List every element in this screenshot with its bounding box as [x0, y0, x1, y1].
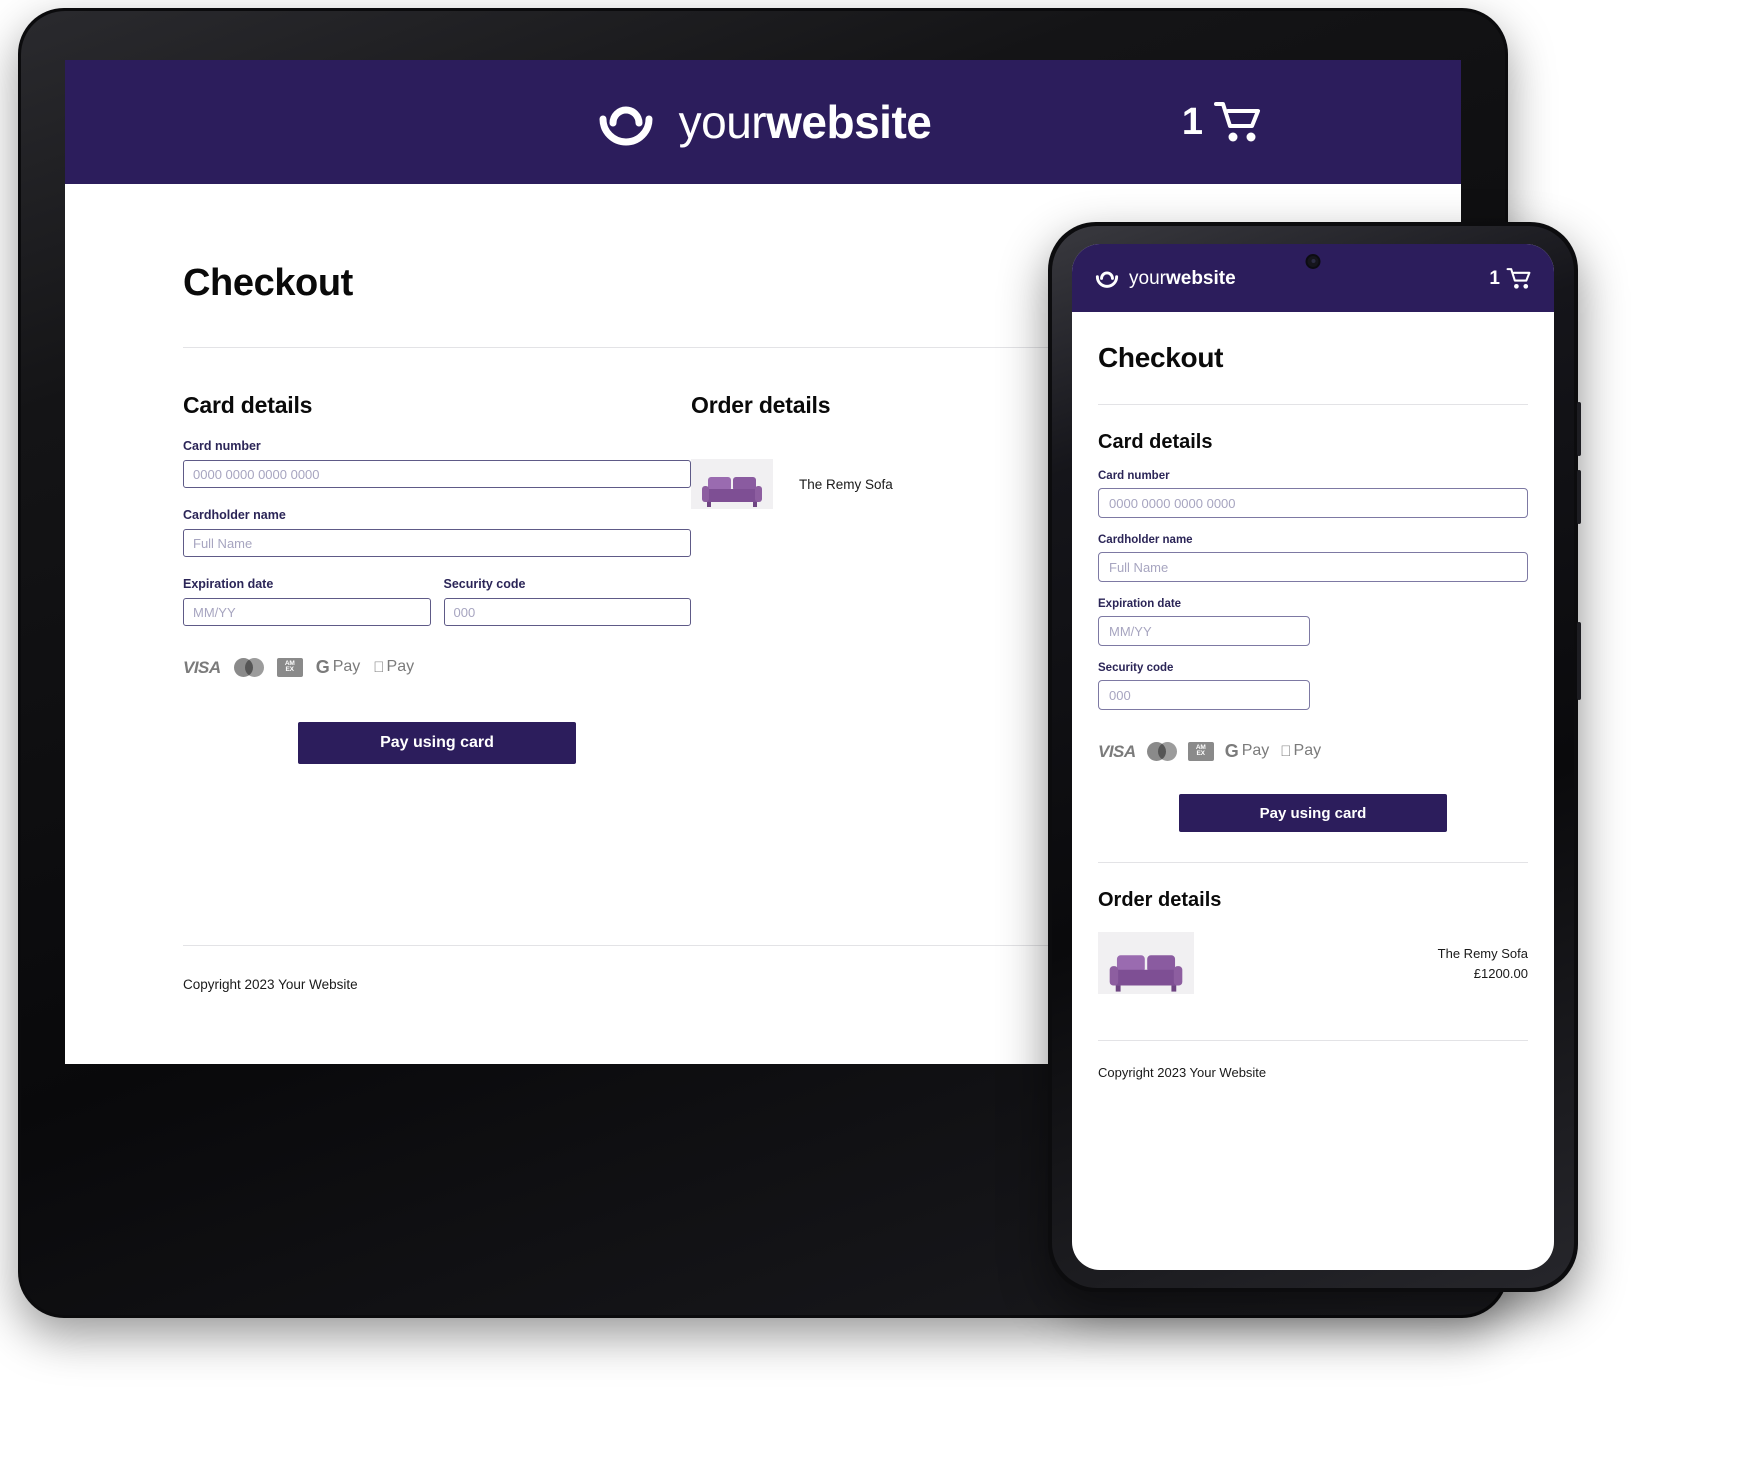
security-code-label: Security code [1098, 662, 1174, 674]
order-section-divider [1098, 862, 1528, 863]
devices-mockup-stage: yourwebsite 1 Checkout Card details Card… [0, 0, 1754, 1475]
card-details-column: Card details Card number Cardholder name [183, 392, 691, 764]
google-pay-icon: G Pay [1224, 741, 1270, 761]
google-pay-icon: G Pay [315, 657, 361, 677]
phone-site-header: yourwebsite 1 [1072, 244, 1554, 312]
cardholder-name-input[interactable] [1098, 552, 1528, 582]
security-code-input[interactable] [1098, 680, 1310, 710]
smile-bowl-logo-icon [599, 106, 653, 146]
tablet-cart-button[interactable]: 1 [1182, 100, 1263, 144]
smile-bowl-logo-icon [1095, 271, 1119, 288]
card-number-input[interactable] [1098, 488, 1528, 518]
phone-cart-button[interactable]: 1 [1489, 267, 1532, 290]
shopping-cart-icon [1506, 267, 1531, 289]
sofa-icon [702, 477, 762, 507]
title-divider [1098, 404, 1528, 405]
card-number-field-group: Card number [1098, 470, 1528, 518]
footer-copyright: Copyright 2023 Your Website [1098, 1065, 1267, 1080]
card-number-input[interactable] [183, 460, 691, 488]
sofa-icon [1109, 955, 1183, 992]
footer-divider [1098, 1040, 1528, 1041]
purple-sofa-image [691, 459, 773, 509]
pay-using-card-button[interactable]: Pay using card [298, 722, 576, 764]
apple-pay-icon: Pay [1280, 742, 1321, 759]
cardholder-name-label: Cardholder name [1098, 534, 1193, 546]
expiration-date-label: Expiration date [183, 577, 274, 591]
card-number-label: Card number [183, 439, 261, 453]
phone-page-body: Checkout Card details Card number Cardho… [1072, 312, 1554, 1080]
brand-name-light: your [1129, 267, 1166, 289]
security-code-field-group: Security code [1098, 662, 1528, 710]
amex-icon: AM EX [276, 657, 303, 677]
shopping-cart-icon [1214, 102, 1260, 142]
card-details-heading: Card details [183, 392, 313, 418]
phone-logo[interactable]: yourwebsite [1094, 265, 1236, 291]
phone-front-camera [1305, 254, 1321, 269]
tablet-logo[interactable]: yourwebsite [595, 91, 932, 153]
page-title: Checkout [1098, 342, 1224, 373]
expiration-date-field-group: Expiration date [183, 577, 431, 626]
cart-count: 1 [1181, 101, 1203, 143]
brand-name-bold: website [766, 96, 932, 148]
order-item-name: The Remy Sofa [1437, 945, 1528, 961]
visa-icon: VISA [183, 657, 221, 677]
footer-copyright: Copyright 2023 Your Website [183, 977, 358, 992]
purple-sofa-image [1098, 932, 1194, 994]
brand-name-light: your [678, 96, 767, 148]
order-item-price: £1200.00 [1473, 965, 1528, 981]
mastercard-icon [233, 657, 264, 677]
amex-icon: AM EX [1187, 741, 1214, 761]
tablet-site-header: yourwebsite 1 [65, 60, 1461, 184]
security-code-field-group: Security code [443, 577, 691, 626]
cardholder-name-label: Cardholder name [183, 508, 286, 522]
phone-power-button[interactable] [1577, 622, 1581, 700]
phone-device-frame: yourwebsite 1 Checkout Card details Card… [1048, 222, 1581, 1292]
pay-using-card-button[interactable]: Pay using card [1179, 794, 1447, 832]
apple-pay-icon: Pay [373, 658, 414, 675]
security-code-input[interactable] [443, 598, 691, 626]
expiration-date-field-group: Expiration date [1098, 598, 1528, 646]
accepted-payment-methods: VISA AMEX GPay Pay [1098, 740, 1528, 762]
expiration-date-input[interactable] [1098, 616, 1310, 646]
order-details-heading: Order details [1098, 889, 1222, 911]
card-number-field-group: Card number [183, 439, 691, 488]
phone-volume-up-button[interactable] [1577, 402, 1581, 456]
phone-volume-down-button[interactable] [1577, 470, 1581, 524]
visa-icon: VISA [1098, 741, 1136, 761]
cardholder-name-field-group: Cardholder name [1098, 534, 1528, 582]
expiry-security-row: Expiration date Security code [183, 577, 691, 626]
expiration-date-input[interactable] [183, 598, 431, 626]
expiration-date-label: Expiration date [1098, 598, 1182, 610]
tablet-brand-text: yourwebsite [679, 99, 932, 145]
order-item-row: The Remy Sofa £1200.00 [1098, 932, 1528, 994]
card-details-heading: Card details [1098, 431, 1213, 453]
order-item-meta: The Remy Sofa £1200.00 [1438, 946, 1528, 981]
security-code-label: Security code [443, 577, 526, 591]
mastercard-icon [1146, 741, 1177, 761]
phone-screen: yourwebsite 1 Checkout Card details Card… [1072, 244, 1554, 1270]
cart-count: 1 [1489, 267, 1500, 289]
cardholder-name-input[interactable] [183, 529, 691, 557]
brand-name-bold: website [1165, 267, 1236, 289]
phone-brand-text: yourwebsite [1129, 269, 1236, 288]
cardholder-name-field-group: Cardholder name [183, 508, 691, 557]
card-number-label: Card number [1098, 470, 1170, 482]
order-item-name: The Remy Sofa [799, 476, 893, 492]
accepted-payment-methods: VISA AMEX GPay Pay [183, 656, 691, 678]
